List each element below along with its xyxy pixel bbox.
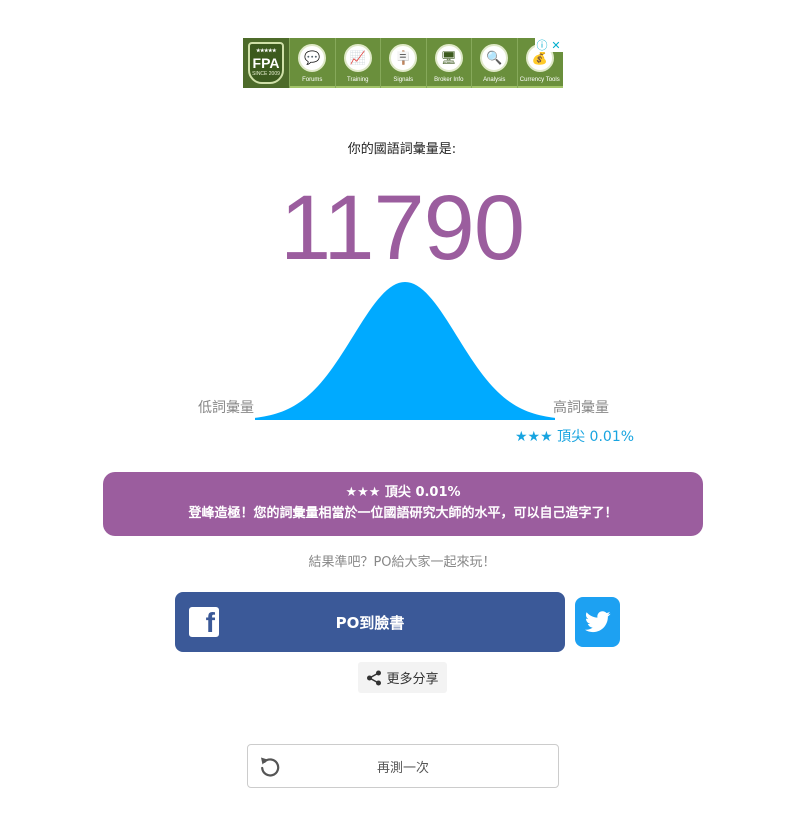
retry-icon xyxy=(261,757,280,777)
result-message-box: ★★★ 頂尖 0.01% 登峰造極！您的詞彙量相當於一位國語研究大師的水平，可以… xyxy=(103,472,703,536)
result-box-message: 登峰造極！您的詞彙量相當於一位國語研究大師的水平，可以自己造字了！ xyxy=(188,506,618,521)
ad-item-label: Broker Info xyxy=(434,77,464,83)
ad-logo-stars: ★★★★★ xyxy=(256,48,276,54)
vocabulary-score: 11790 xyxy=(279,177,525,279)
bell-curve-graphic xyxy=(255,282,555,420)
twitter-share-button[interactable] xyxy=(575,597,620,647)
more-share-button[interactable]: 更多分享 xyxy=(358,662,447,693)
ad-item-label: Training xyxy=(347,77,369,83)
magnifier-icon: 🔍 xyxy=(480,44,509,72)
signpost-icon: 🪧 xyxy=(389,44,418,72)
ad-item-training[interactable]: 📈 Training xyxy=(334,38,381,88)
bell-curve-area xyxy=(255,282,555,420)
ad-item-label: Forums xyxy=(302,77,323,83)
share-icon xyxy=(367,670,382,685)
monitor-icon: 🖥 xyxy=(434,44,463,72)
ad-item-label: Signals xyxy=(393,77,414,83)
ad-item-label: Analysis xyxy=(483,77,506,83)
ad-item-forums[interactable]: 💬 Forums xyxy=(289,38,335,88)
ad-logo[interactable]: ★★★★★ FPA SINCE 2009 xyxy=(243,38,289,88)
ad-close-icon[interactable]: ✕ xyxy=(549,38,563,52)
rank-label: ★★★ 頂尖 0.01% xyxy=(515,429,635,445)
ad-info-icon[interactable]: ⓘ xyxy=(535,38,549,52)
ad-banner[interactable]: ★★★★★ FPA SINCE 2009 💬 Forums 📈 Training… xyxy=(243,38,563,88)
share-prompt: 結果準吧？PO給大家一起來玩！ xyxy=(308,555,496,570)
ad-item-broker-info[interactable]: 🖥 Broker Info xyxy=(425,38,472,88)
result-subtitle: 你的國語詞彙量是: xyxy=(347,142,457,157)
facebook-share-button[interactable]: f PO到臉書 xyxy=(175,592,565,652)
ad-item-signals[interactable]: 🪧 Signals xyxy=(380,38,426,88)
fpa-shield-icon: ★★★★★ FPA SINCE 2009 xyxy=(248,42,284,84)
chat-icon: 💬 xyxy=(298,44,327,72)
ad-item-label: Currency Tools xyxy=(519,77,560,83)
facebook-share-label: PO到臉書 xyxy=(335,613,405,632)
low-vocab-label: 低詞彙量 xyxy=(198,400,254,416)
ad-item-analysis[interactable]: 🔍 Analysis xyxy=(471,38,517,88)
ad-logo-text: FPA xyxy=(252,55,280,71)
high-vocab-label: 高詞彙量 xyxy=(553,400,609,416)
retry-button[interactable]: 再測一次 xyxy=(247,744,559,788)
twitter-icon xyxy=(584,611,611,633)
ad-controls: ⓘ ✕ xyxy=(535,38,563,52)
more-share-label: 更多分享 xyxy=(386,672,439,687)
training-icon: 📈 xyxy=(343,44,372,72)
result-box-title: ★★★ 頂尖 0.01% xyxy=(345,485,461,500)
retry-label: 再測一次 xyxy=(376,760,429,776)
facebook-icon: f xyxy=(189,607,219,637)
ad-logo-sub: SINCE 2009 xyxy=(252,71,280,77)
bell-curve xyxy=(255,278,555,422)
